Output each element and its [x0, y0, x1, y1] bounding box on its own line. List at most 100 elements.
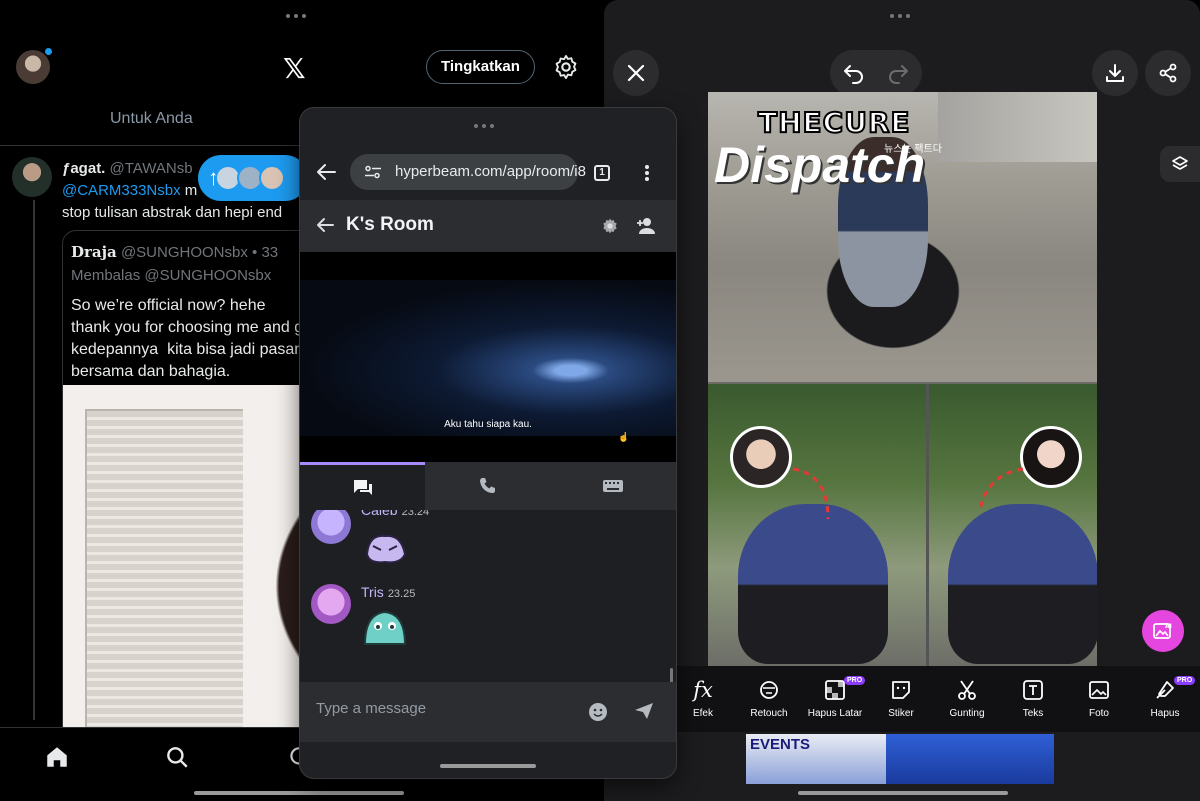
message-author: Caleb 23.24 — [361, 510, 429, 518]
riders-left — [738, 504, 888, 664]
window-handle[interactable] — [286, 14, 306, 18]
text-icon — [1023, 680, 1043, 700]
avatar — [259, 165, 285, 191]
dashed-line-left — [792, 467, 830, 520]
window-handle[interactable] — [890, 14, 910, 18]
room-title: K's Room — [346, 214, 434, 235]
tool-stiker[interactable]: Stiker — [870, 666, 932, 732]
message-time: 23.25 — [387, 588, 416, 600]
settings-gear-icon[interactable] — [552, 53, 580, 81]
author-name: Caleb — [361, 510, 398, 518]
quote-reply-to: Membalas @SUNGHOONsbx — [71, 267, 272, 284]
site-settings-icon[interactable] — [364, 165, 382, 179]
window-handle[interactable] — [474, 124, 494, 128]
ai-image-button[interactable]: AI — [1142, 610, 1184, 652]
download-button[interactable] — [1092, 50, 1138, 96]
keyboard-icon — [602, 480, 623, 492]
template-card[interactable] — [886, 734, 1054, 784]
ai-image-icon: AI — [1153, 623, 1172, 639]
undo-redo-group — [830, 50, 922, 96]
upgrade-button[interactable]: Tingkatkan — [426, 50, 535, 84]
editor-canvas[interactable]: THECURE Dispatch 뉴스는 팩트다 — [708, 92, 1097, 666]
template-strip: EVENTS — [604, 732, 1200, 784]
tab-keyboard[interactable] — [550, 462, 675, 510]
tab-call[interactable] — [425, 462, 550, 510]
add-person-icon[interactable] — [636, 217, 656, 235]
room-settings-icon[interactable] — [602, 218, 618, 234]
phone-icon — [479, 478, 495, 493]
tab-switcher[interactable]: 1 — [594, 165, 610, 181]
tool-hapus-latar[interactable]: PRO Hapus Latar — [804, 666, 866, 732]
tool-label: Efek — [692, 708, 713, 719]
blob-sticker-icon[interactable] — [361, 606, 409, 648]
notification-dot — [44, 47, 53, 56]
tool-gunting[interactable]: Gunting — [936, 666, 998, 732]
cat-sticker-icon[interactable] — [361, 524, 409, 566]
photo-icon — [1089, 681, 1109, 699]
undo-icon[interactable] — [842, 62, 866, 84]
home-indicator[interactable] — [194, 791, 404, 795]
tweet-author-name[interactable]: ƒagat. — [62, 160, 105, 177]
home-indicator[interactable] — [798, 791, 1008, 795]
riders-right — [948, 504, 1097, 664]
more-menu-icon[interactable] — [644, 164, 650, 182]
close-button[interactable] — [613, 50, 659, 96]
home-icon[interactable] — [44, 744, 70, 770]
x-logo-icon: 𝕏 — [283, 52, 306, 85]
photo-bottom — [708, 384, 1097, 666]
collage-divider — [926, 384, 929, 666]
url-text: hyperbeam.com/app/room/i8 — [395, 163, 586, 180]
layers-button[interactable] — [1160, 146, 1200, 182]
graffiti-wall — [938, 92, 1097, 162]
avatar[interactable] — [311, 584, 351, 624]
tweet-author-handle[interactable]: @TAWANsb — [110, 160, 193, 177]
scissors-icon — [958, 680, 976, 700]
tool-teks[interactable]: Teks — [1002, 666, 1064, 732]
emoji-icon[interactable] — [588, 702, 608, 722]
redo-icon[interactable] — [886, 62, 910, 84]
thread-line — [33, 200, 35, 720]
room-tabs — [300, 462, 676, 510]
url-bar[interactable]: hyperbeam.com/app/room/i8 — [350, 154, 586, 190]
tool-foto[interactable]: Foto — [1068, 666, 1130, 732]
download-icon — [1106, 64, 1124, 82]
template-card-text: EVENTS — [750, 736, 811, 753]
back-arrow-icon[interactable] — [316, 163, 336, 181]
face-sticker-right[interactable] — [1020, 426, 1082, 488]
pro-badge: PRO — [1174, 676, 1196, 685]
tool-label: Retouch — [750, 708, 788, 719]
chat-icon — [353, 479, 372, 495]
home-indicator[interactable] — [440, 764, 536, 768]
floating-browser-window: hyperbeam.com/app/room/i8 1 K's Room Aku… — [300, 108, 676, 778]
search-icon[interactable] — [164, 744, 190, 770]
send-icon[interactable] — [634, 702, 654, 720]
chat-messages[interactable]: Caleb 23.24 Tris 23.25 — [300, 510, 676, 682]
message-time: 23.24 — [401, 510, 430, 518]
message-author: Tris 23.25 — [361, 584, 415, 600]
tool-hapus[interactable]: PRO Hapus — [1134, 666, 1196, 732]
tool-efek[interactable]: fx Efek — [672, 666, 734, 732]
editor-toolbar: fx Efek Retouch PRO Hapus Latar Stiker G… — [670, 666, 1200, 732]
tool-label: Hapus — [1150, 708, 1180, 719]
sticker-icon — [892, 681, 910, 699]
tweet-author-avatar[interactable] — [12, 157, 52, 197]
shared-video[interactable]: Aku tahu siapa kau. ☝ — [300, 252, 676, 462]
avatar[interactable] — [311, 510, 351, 544]
tweet-header: ƒagat. @TAWANsb — [62, 160, 193, 177]
mention-link[interactable]: @CARM333Nsbx — [62, 182, 181, 199]
tool-label: Hapus Latar — [807, 708, 863, 719]
new-posts-pill[interactable]: ↑ — [198, 155, 308, 201]
layers-icon — [1172, 156, 1188, 170]
quote-text: So we’re official now? hehe thank you fo… — [71, 297, 304, 380]
tool-label: Teks — [1022, 708, 1044, 719]
overlay-title[interactable]: THECURE — [757, 105, 911, 140]
tool-retouch[interactable]: Retouch — [738, 666, 800, 732]
pro-badge: PRO — [844, 676, 866, 685]
message-input[interactable]: Type a message — [316, 700, 426, 717]
face-sticker-left[interactable] — [730, 426, 792, 488]
room-back-icon[interactable] — [316, 217, 334, 233]
tab-for-you[interactable]: Untuk Anda — [110, 110, 193, 128]
share-button[interactable] — [1145, 50, 1191, 96]
tab-chat[interactable] — [300, 462, 425, 510]
quote-header: Draja @SUNGHOONsbx • 33 — [71, 243, 278, 261]
